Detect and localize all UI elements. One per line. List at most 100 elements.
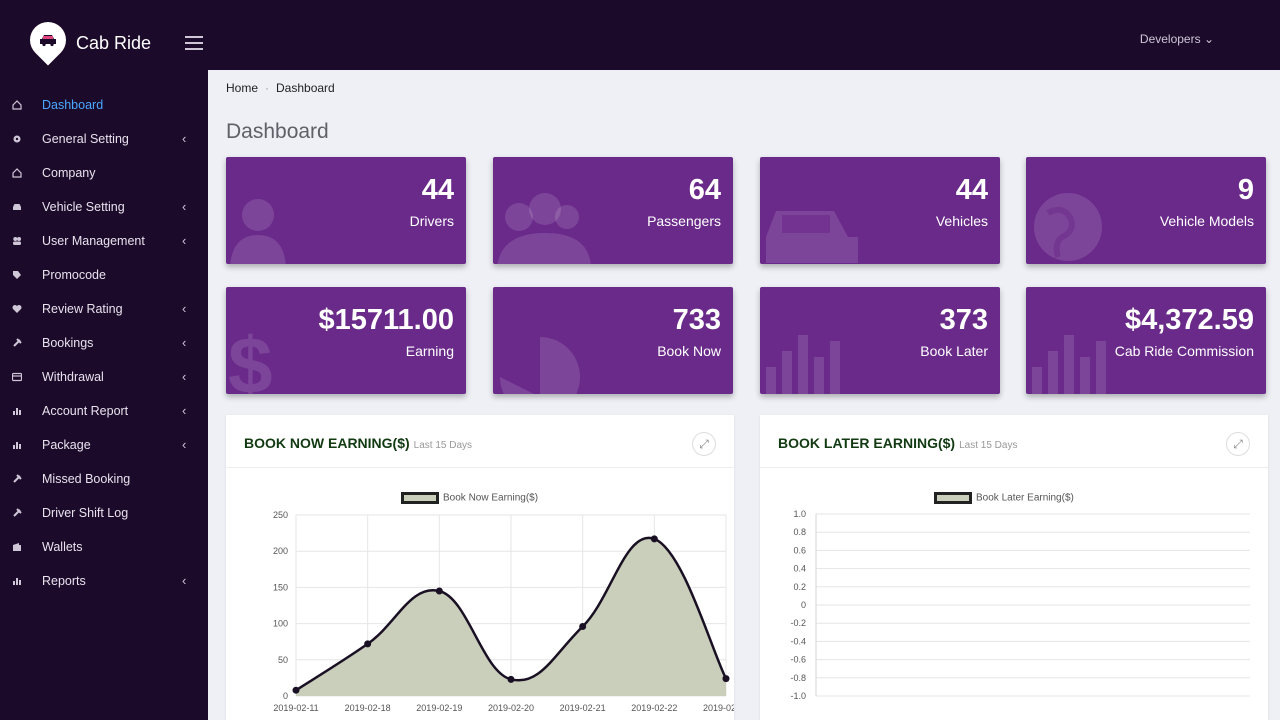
chevron-left-icon: ‹ bbox=[182, 437, 187, 452]
stat-card-passengers[interactable]: 64 Passengers bbox=[493, 157, 733, 264]
chevron-left-icon: ‹ bbox=[182, 403, 187, 418]
data-point bbox=[507, 675, 515, 683]
sidebar-item-label: Package bbox=[42, 438, 91, 452]
y-tick-label: 100 bbox=[273, 619, 288, 629]
sidebar-item-bookings[interactable]: Bookings ‹ bbox=[0, 330, 208, 356]
stat-value: 64 bbox=[688, 174, 721, 206]
chevron-left-icon: ‹ bbox=[182, 233, 187, 248]
users-icon bbox=[13, 237, 21, 245]
book-now-chart: 0 50 100 150 200 250 2019-02-11 2019-02-18 2019-… bbox=[273, 510, 734, 713]
stat-card-drivers[interactable]: 44 Drivers bbox=[226, 157, 466, 264]
sidebar-item-vehicle-setting[interactable]: Vehicle Setting ‹ bbox=[0, 194, 208, 220]
sidebar-item-label: Review Rating bbox=[42, 302, 123, 316]
sidebar-item-account-report[interactable]: Account Report ‹ bbox=[0, 398, 208, 424]
stat-value: 733 bbox=[672, 304, 721, 336]
sidebar-item-label: General Setting bbox=[42, 132, 129, 146]
stat-value: 44 bbox=[955, 174, 988, 206]
top-bar: Cab Ride Developers ⌄ bbox=[0, 0, 1280, 70]
sidebar-item-company[interactable]: Company bbox=[0, 160, 208, 186]
user-menu-dropdown[interactable]: Developers ⌄ bbox=[1140, 32, 1214, 46]
y-tick-label: 200 bbox=[273, 546, 288, 556]
chevron-left-icon: ‹ bbox=[182, 301, 187, 316]
stat-label: Vehicle Models bbox=[1159, 213, 1254, 229]
stat-card-vehicles[interactable]: 44 Vehicles bbox=[760, 157, 1000, 264]
bar-chart-icon bbox=[13, 408, 21, 415]
chevron-left-icon: ‹ bbox=[182, 335, 187, 350]
stat-value: $4,372.59 bbox=[1124, 304, 1254, 336]
sidebar-item-general-setting[interactable]: General Setting ‹ bbox=[0, 126, 208, 152]
stat-card-earning[interactable]: $ $15711.00 Earning bbox=[226, 287, 466, 394]
y-tick-label: 0.6 bbox=[793, 545, 806, 555]
breadcrumb-current: Dashboard bbox=[276, 81, 335, 95]
x-tick-label: 2019-02-20 bbox=[488, 703, 534, 713]
bar-chart-icon bbox=[13, 442, 21, 449]
y-tick-label: 0.8 bbox=[793, 527, 806, 537]
sidebar-item-label: Vehicle Setting bbox=[42, 200, 125, 214]
chevron-left-icon: ‹ bbox=[182, 369, 187, 384]
data-point bbox=[292, 686, 300, 694]
sidebar-item-package[interactable]: Package ‹ bbox=[0, 432, 208, 458]
chevron-left-icon: ‹ bbox=[182, 199, 187, 214]
sidebar-item-label: Withdrawal bbox=[42, 370, 104, 384]
stat-value: 373 bbox=[939, 304, 988, 336]
car-icon bbox=[762, 197, 862, 264]
sidebar-item-label: Promocode bbox=[42, 268, 106, 282]
app-name[interactable]: Cab Ride bbox=[76, 33, 151, 54]
sidebar-item-promocode[interactable]: Promocode bbox=[0, 262, 208, 288]
chevron-left-icon: ‹ bbox=[182, 131, 187, 146]
y-tick-label: -0.2 bbox=[790, 618, 806, 628]
stat-label: Passengers bbox=[647, 213, 721, 229]
y-tick-label: 0.2 bbox=[793, 582, 806, 592]
y-tick-label: 250 bbox=[273, 510, 288, 520]
main-content: Home · Dashboard Dashboard 44 Drivers 64 Pass… bbox=[208, 70, 1280, 720]
y-tick-label: 150 bbox=[273, 582, 288, 592]
stat-value: 44 bbox=[421, 174, 454, 206]
tag-icon bbox=[13, 271, 21, 279]
sidebar-item-label: Driver Shift Log bbox=[42, 506, 129, 520]
car-icon bbox=[40, 35, 56, 47]
wallet-icon bbox=[13, 543, 21, 551]
sidebar-item-review-rating[interactable]: Review Rating ‹ bbox=[0, 296, 208, 322]
sidebar-item-label: Company bbox=[42, 166, 96, 180]
stat-label: Cab Ride Commission bbox=[1114, 343, 1254, 359]
bar-chart-icon bbox=[762, 327, 852, 394]
book-later-chart: 1.0 0.8 0.6 0.4 0.2 0 -0.2 -0.4 -0.6 -0.8 -1.0 bbox=[790, 509, 1250, 701]
users-icon bbox=[495, 187, 595, 264]
data-point bbox=[364, 640, 372, 648]
y-tick-label: 1.0 bbox=[793, 509, 806, 519]
sidebar-item-withdrawal[interactable]: Withdrawal ‹ bbox=[0, 364, 208, 390]
stat-label: Book Now bbox=[657, 343, 721, 359]
sidebar-item-missed-booking[interactable]: Missed Booking bbox=[0, 466, 208, 492]
stat-card-vehicle-models[interactable]: 9 Vehicle Models bbox=[1026, 157, 1266, 264]
sidebar-item-dashboard[interactable]: Dashboard bbox=[0, 92, 208, 118]
breadcrumb-home[interactable]: Home bbox=[226, 81, 258, 95]
pin-icon bbox=[13, 474, 22, 483]
stat-card-book-later[interactable]: 373 Book Later bbox=[760, 287, 1000, 394]
stat-card-book-now[interactable]: 733 Book Now bbox=[493, 287, 733, 394]
stat-card-cab-ride-commission[interactable]: $4,372.59 Cab Ride Commission bbox=[1026, 287, 1266, 394]
logo-icon[interactable] bbox=[22, 14, 74, 66]
sidebar-item-driver-shift-log[interactable]: Driver Shift Log bbox=[0, 500, 208, 526]
y-tick-label: -0.6 bbox=[790, 655, 806, 665]
sidebar-item-reports[interactable]: Reports ‹ bbox=[0, 568, 208, 594]
sidebar-item-label: Dashboard bbox=[42, 98, 104, 112]
sidebar-item-label: Wallets bbox=[42, 540, 83, 554]
menu-toggle-icon[interactable] bbox=[185, 36, 203, 50]
data-point bbox=[579, 622, 587, 630]
y-tick-label: 0.4 bbox=[793, 564, 806, 574]
sidebar-item-label: Reports bbox=[42, 574, 86, 588]
home-icon bbox=[12, 100, 22, 110]
dollar-icon: $ bbox=[228, 317, 288, 394]
sidebar-item-wallets[interactable]: Wallets bbox=[0, 534, 208, 560]
x-tick-label: 2019-02-21 bbox=[560, 703, 606, 713]
y-tick-label: 50 bbox=[278, 655, 288, 665]
svg-text:$: $ bbox=[228, 321, 273, 394]
breadcrumb-separator: · bbox=[265, 81, 270, 95]
stat-label: Vehicles bbox=[935, 213, 988, 229]
globe-icon bbox=[1028, 187, 1108, 264]
sidebar-item-user-management[interactable]: User Management ‹ bbox=[0, 228, 208, 254]
car-icon bbox=[13, 204, 21, 210]
breadcrumb: Home · Dashboard bbox=[226, 81, 335, 95]
sidebar-item-label: Account Report bbox=[42, 404, 129, 418]
book-later-earning-panel: BOOK LATER EARNING($) Last 15 Days ⤢ Book… bbox=[760, 415, 1268, 720]
